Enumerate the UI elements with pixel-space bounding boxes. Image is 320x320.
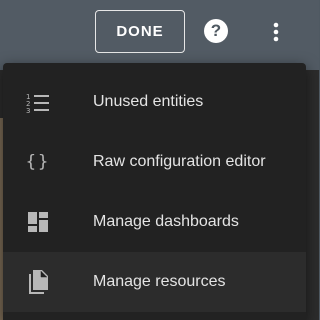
file-icon [23, 267, 53, 297]
code-braces-icon: {} [25, 152, 51, 172]
menu-item-label: Unused entities [93, 93, 204, 110]
dashboard-icon [23, 207, 53, 237]
menu-item-label: Manage dashboards [93, 213, 239, 230]
menu-item-label: Raw configuration editor [93, 153, 266, 170]
unused-entities-icon: 1 2 3 [23, 87, 53, 117]
menu-item-label: Manage resources [93, 273, 226, 290]
menu-item-manage-dashboards[interactable]: Manage dashboards [3, 192, 306, 252]
more-vertical-icon[interactable] [264, 20, 288, 44]
svg-text:3: 3 [26, 107, 30, 113]
menu-item-manage-resources[interactable]: Manage resources [3, 252, 306, 312]
done-button[interactable]: DONE [95, 10, 185, 53]
menu-item-raw-configuration-editor[interactable]: {} Raw configuration editor [3, 132, 306, 192]
overflow-menu: 1 2 3 Unused entities {} Raw configurati… [3, 63, 306, 320]
menu-item-unused-entities[interactable]: 1 2 3 Unused entities [3, 72, 306, 132]
help-circle-icon: ? [204, 19, 228, 43]
help-button[interactable]: ? [203, 18, 229, 44]
